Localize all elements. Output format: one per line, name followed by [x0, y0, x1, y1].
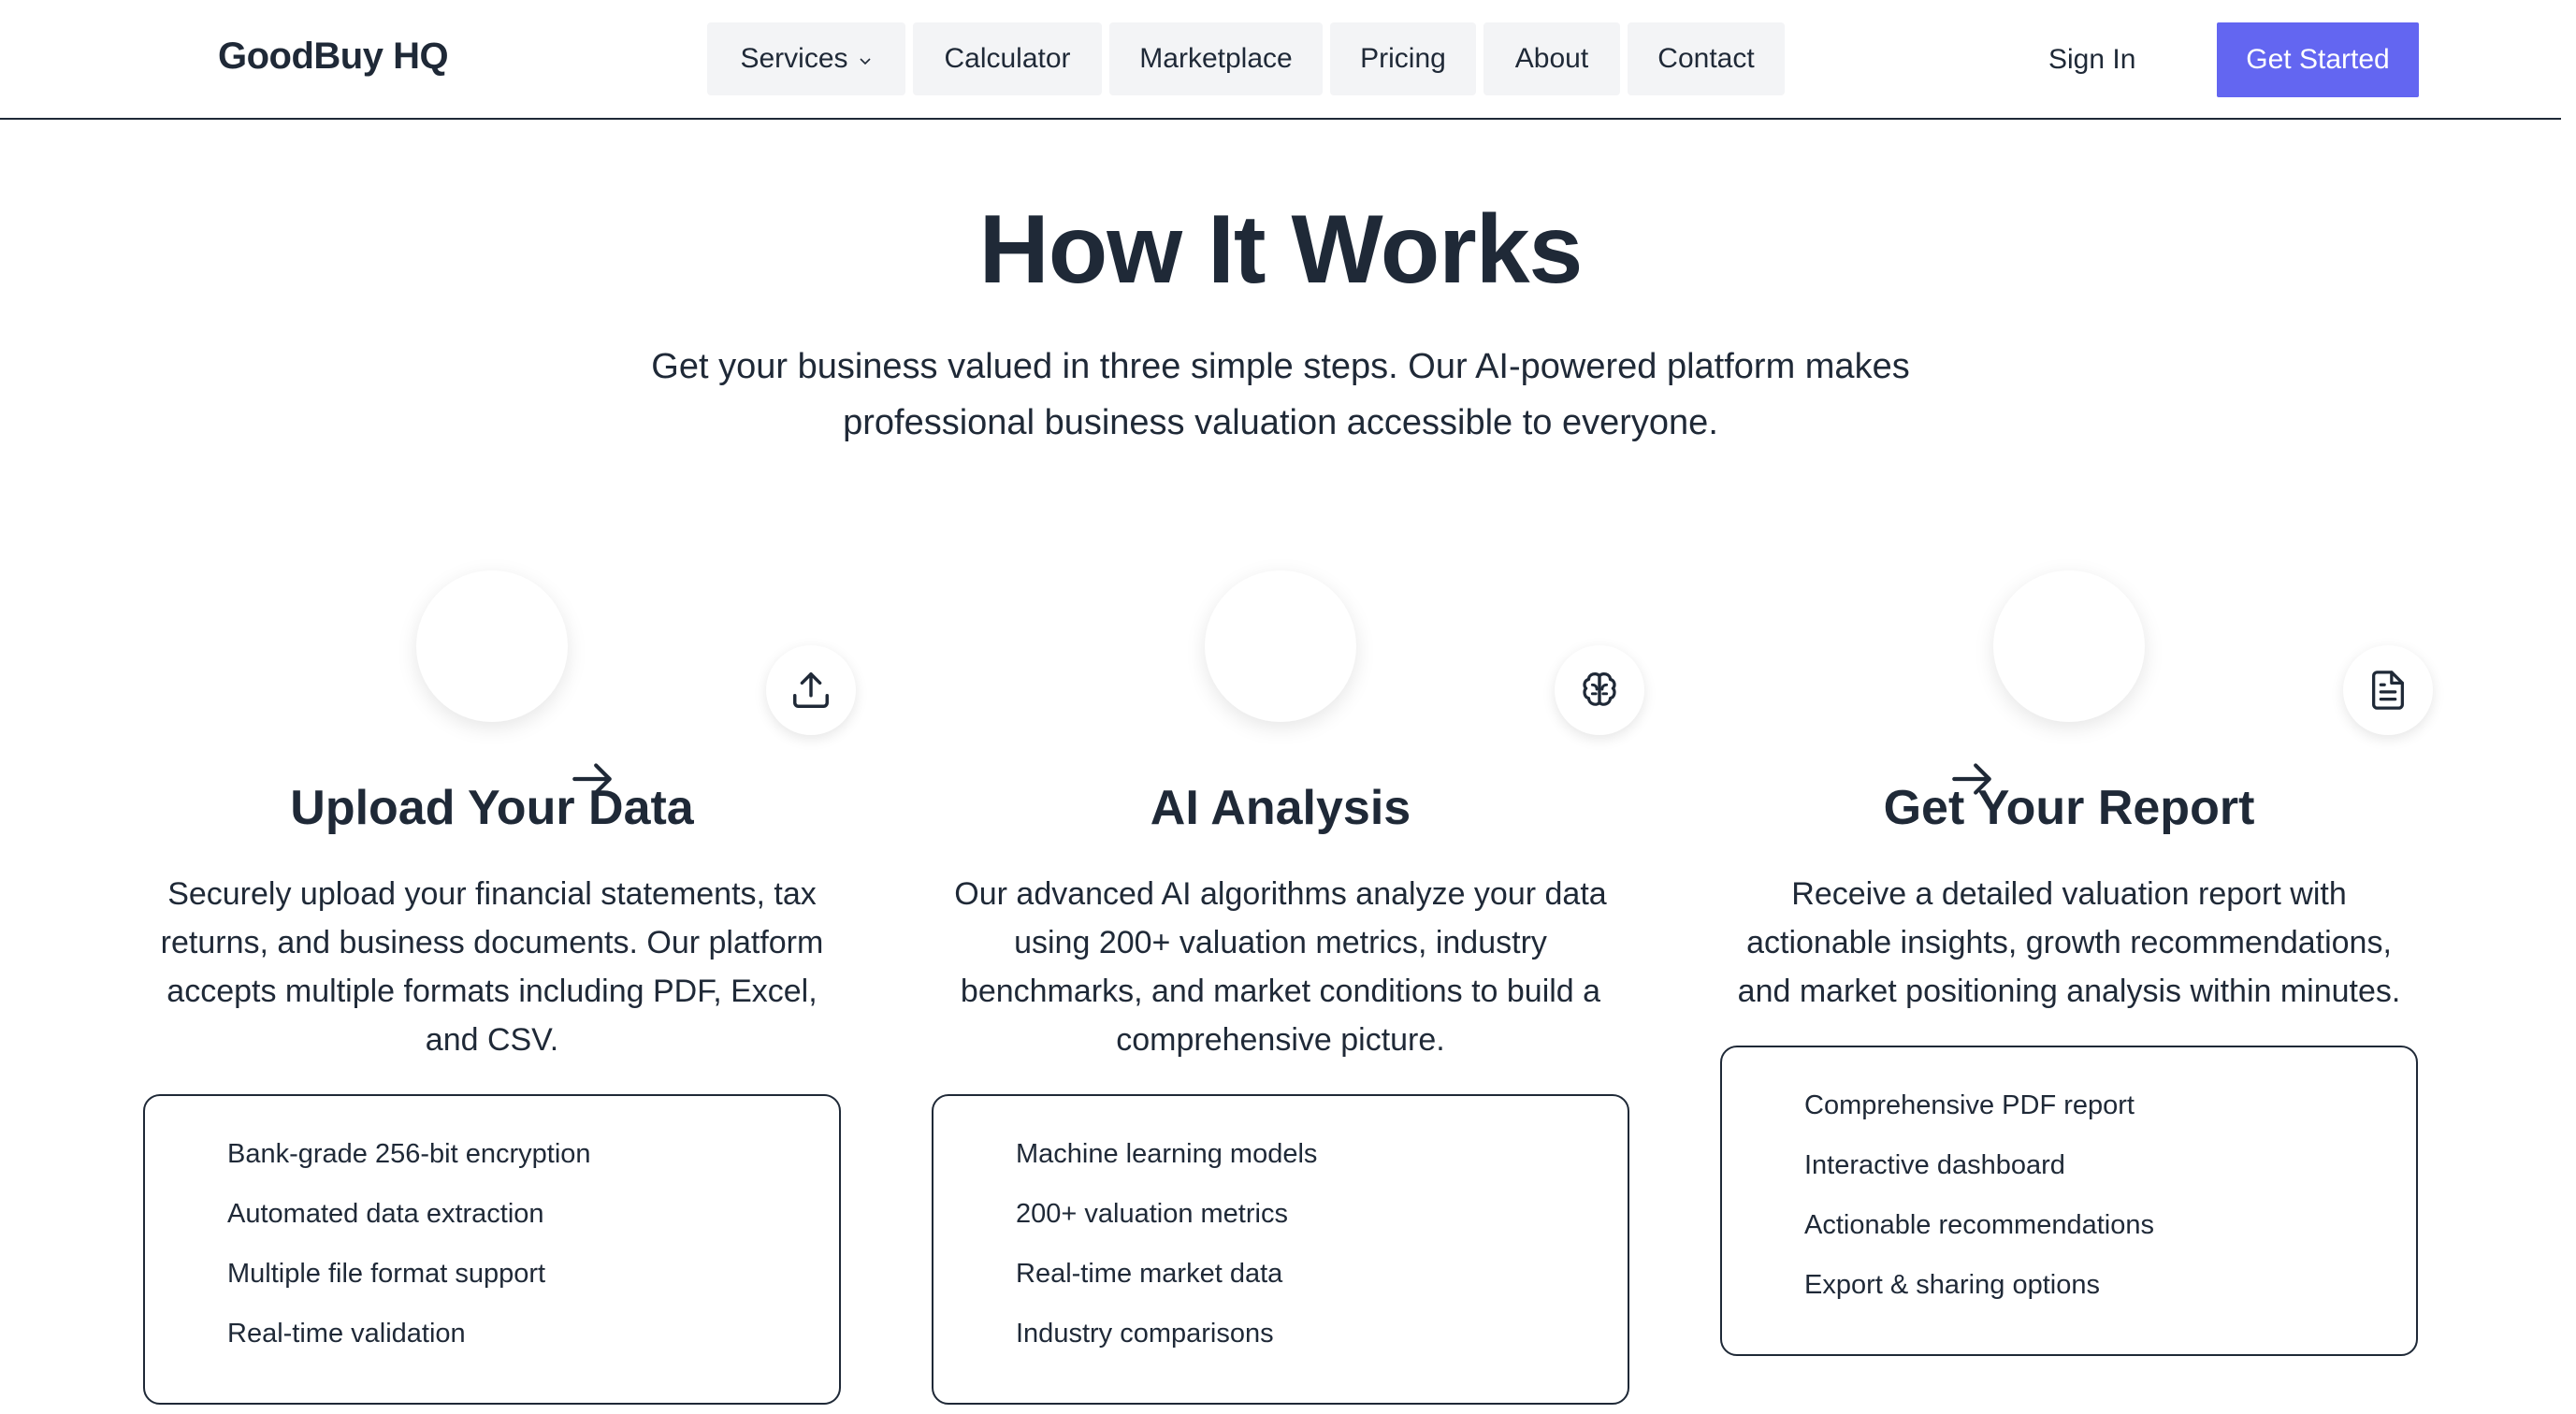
step-upload: Upload Your Data Securely upload your fi…: [143, 0, 856, 1414]
feature-item: Industry comparisons: [1016, 1319, 1274, 1349]
step-number-circle: [416, 570, 568, 722]
feature-item: Comprehensive PDF report: [1804, 1090, 2135, 1120]
feature-list: Comprehensive PDF report Interactive das…: [1720, 1046, 2418, 1356]
step-icon-badge: [1555, 645, 1644, 735]
feature-item: Export & sharing options: [1804, 1270, 2100, 1300]
step-report: Get Your Report Receive a detailed valua…: [1720, 0, 2433, 1414]
step-icon-badge: [766, 645, 856, 735]
step-description: Our advanced AI algorithms analyze your …: [954, 876, 1607, 1058]
feature-list: Bank-grade 256-bit encryption Automated …: [143, 1094, 841, 1405]
feature-item: Real-time validation: [227, 1319, 466, 1349]
step-analysis: AI Analysis Our advanced AI algorithms a…: [932, 0, 1644, 1414]
feature-item: Real-time market data: [1016, 1259, 1283, 1289]
upload-icon: [793, 672, 829, 708]
feature-item: 200+ valuation metrics: [1016, 1199, 1288, 1229]
feature-item: Bank-grade 256-bit encryption: [227, 1139, 591, 1169]
step-description: Receive a detailed valuation report with…: [1737, 876, 2401, 1009]
feature-list: Machine learning models 200+ valuation m…: [932, 1094, 1629, 1405]
feature-item: Automated data extraction: [227, 1199, 544, 1229]
feature-item: Actionable recommendations: [1804, 1210, 2154, 1240]
brain-icon: [1583, 672, 1616, 706]
step-title: Upload Your Data: [290, 781, 694, 835]
step-number-circle: [1205, 570, 1356, 722]
chevron-down-icon: [859, 58, 871, 65]
step-title: AI Analysis: [1150, 781, 1411, 835]
feature-item: Multiple file format support: [227, 1259, 546, 1289]
feature-item: Machine learning models: [1016, 1139, 1318, 1169]
document-icon: [2372, 671, 2404, 710]
step-title: Get Your Report: [1883, 781, 2255, 835]
page: GoodBuy HQ Services Calculator Marketpla…: [0, 0, 2576, 1414]
step-description: Securely upload your financial statement…: [160, 876, 824, 1058]
feature-item: Interactive dashboard: [1804, 1150, 2065, 1180]
step-number-circle: [1993, 570, 2145, 722]
step-icon-badge: [2343, 645, 2433, 735]
